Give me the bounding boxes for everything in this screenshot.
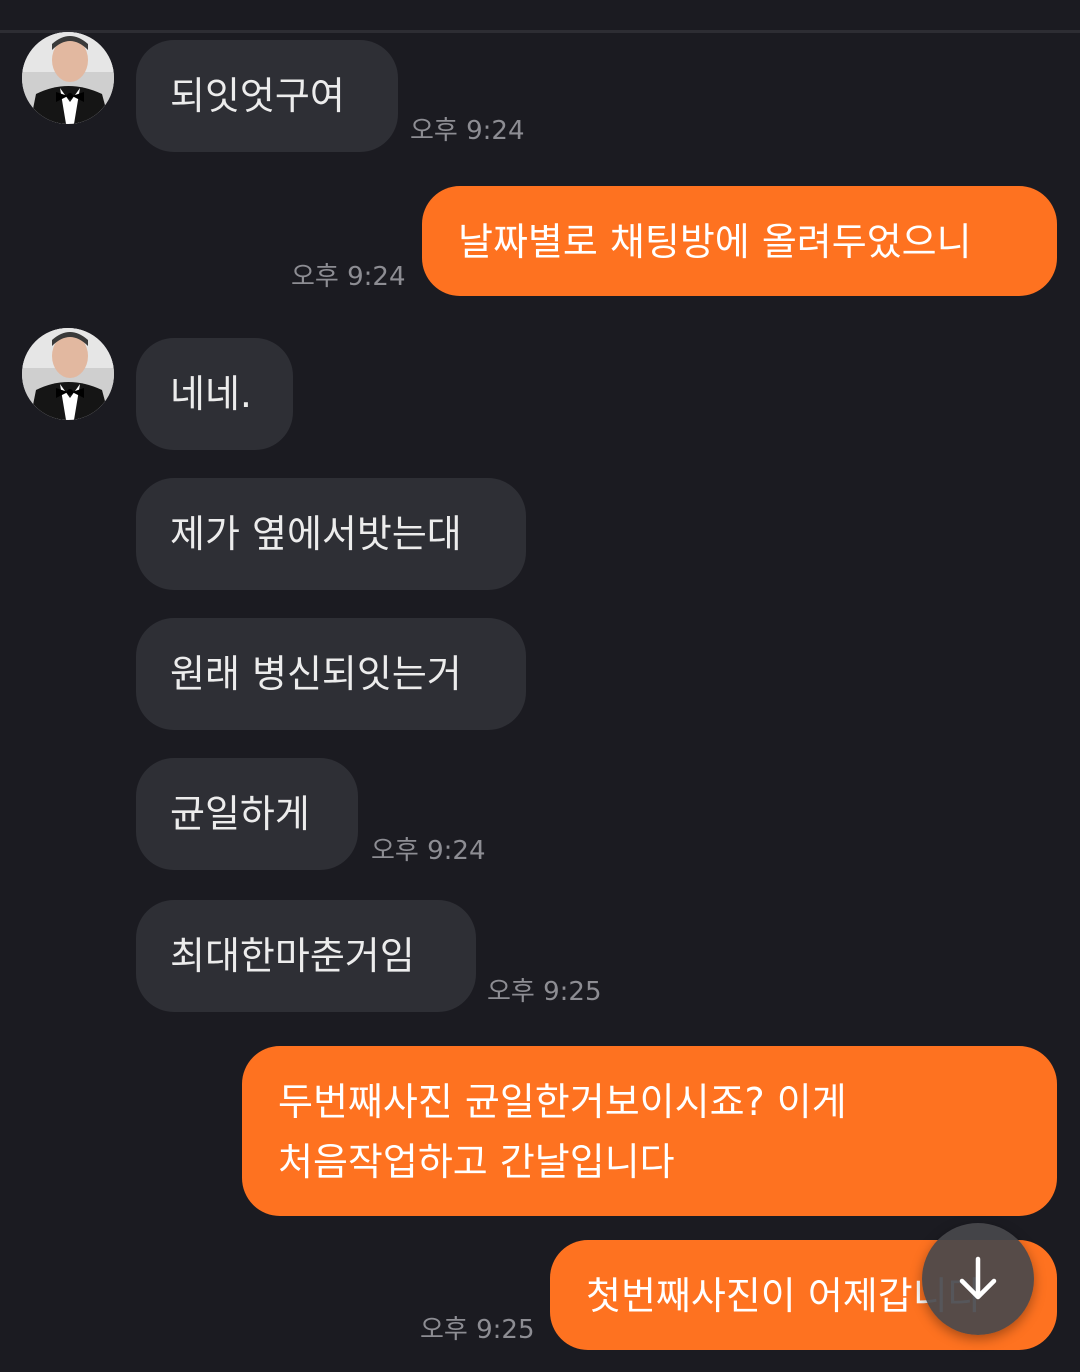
message-timestamp: 오후 9:24 [410,116,525,146]
outgoing-message-bubble[interactable]: 날짜별로 채팅방에 올려두었으니 [422,186,1057,296]
message-timestamp: 오후 9:25 [420,1315,535,1345]
message-text: 원래 병신되잇는거 [170,652,462,696]
message-text-line: 처음작업하고 간날입니다 [278,1140,675,1184]
incoming-message-bubble[interactable]: 균일하게 [136,758,358,870]
message-text: 네네. [170,372,252,416]
message-text: 날짜별로 채팅방에 올려두었으니 [458,220,972,264]
incoming-message-bubble[interactable]: 최대한마춘거임 [136,900,476,1012]
avatar-photo-icon [22,328,114,420]
arrow-down-icon [959,1256,997,1300]
sender-avatar[interactable] [22,328,114,420]
header-divider [0,30,1080,33]
incoming-message-bubble[interactable]: 네네. [136,338,293,450]
incoming-message-bubble[interactable]: 제가 옆에서밧는대 [136,478,526,590]
message-timestamp: 오후 9:24 [291,262,406,292]
chat-message-list[interactable]: 되잇엇구여 오후 9:24 날짜별로 채팅방에 올려두었으니 오후 9:24 네… [0,0,1080,1372]
message-text-line: 두번째사진 균일한거보이시죠? 이게 [278,1080,847,1124]
incoming-message-bubble[interactable]: 되잇엇구여 [136,40,398,152]
outgoing-message-bubble[interactable]: 두번째사진 균일한거보이시죠? 이게 처음작업하고 간날입니다 [242,1046,1057,1216]
incoming-message-bubble[interactable]: 원래 병신되잇는거 [136,618,526,730]
message-text: 최대한마춘거임 [170,934,415,978]
sender-avatar[interactable] [22,32,114,124]
message-text: 되잇엇구여 [170,74,345,118]
message-text: 균일하게 [170,792,310,836]
avatar-photo-icon [22,32,114,124]
message-timestamp: 오후 9:24 [371,836,486,866]
message-text: 제가 옆에서밧는대 [170,512,462,556]
message-timestamp: 오후 9:25 [487,977,602,1007]
scroll-to-bottom-button[interactable] [922,1223,1034,1335]
